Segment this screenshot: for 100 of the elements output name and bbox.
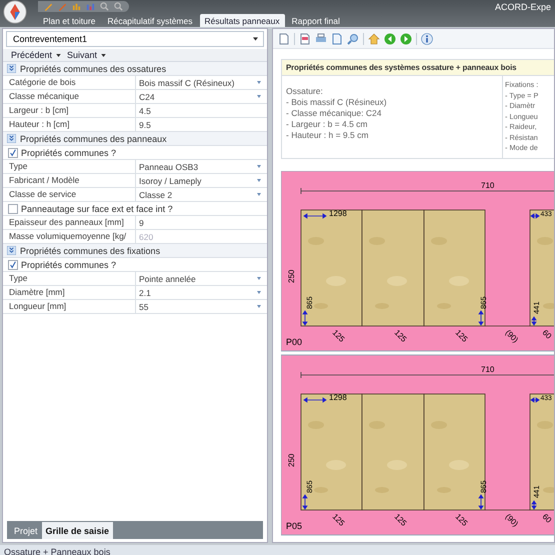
- forward-icon[interactable]: [400, 32, 412, 44]
- property-value[interactable]: 4.5: [139, 106, 261, 116]
- section-title: Propriétés communes des panneaux: [20, 134, 167, 144]
- home-icon[interactable]: [368, 32, 380, 44]
- print-icon[interactable]: [315, 32, 327, 44]
- section-title: Propriétés communes des ossatures: [20, 64, 166, 74]
- summary-line: Ossature:: [286, 86, 324, 97]
- dropdown-arrow-icon[interactable]: [257, 291, 261, 294]
- info-icon[interactable]: [421, 32, 433, 44]
- document-icon[interactable]: [331, 32, 343, 44]
- panel-tab[interactable]: Grille de saisie: [42, 522, 114, 539]
- property-label: Classe de service: [3, 188, 136, 201]
- ribbon-tab[interactable]: Rapport final: [286, 14, 345, 27]
- property-value[interactable]: Pointe annelée: [139, 274, 257, 284]
- span-label: 125: [330, 512, 346, 528]
- dropdown-arrow-icon[interactable]: [257, 305, 261, 308]
- zoom-icon[interactable]: [114, 2, 123, 11]
- dimension-label: 250: [287, 453, 296, 466]
- span-label: 125: [392, 512, 408, 528]
- checkbox-label: Propriétés communes ?: [21, 148, 116, 158]
- dimension-arrow: [531, 316, 536, 325]
- checkbox[interactable]: [8, 204, 18, 214]
- dimension-arrow: [304, 212, 326, 218]
- checkbox[interactable]: [8, 148, 18, 158]
- document-icon[interactable]: [278, 32, 290, 44]
- wall-name: P00: [286, 336, 302, 346]
- collapse-icon[interactable]: [7, 246, 16, 255]
- span-label: (90): [504, 512, 520, 528]
- property-value[interactable]: 9.5: [139, 120, 261, 130]
- dropdown-arrow-icon[interactable]: [257, 95, 261, 98]
- property-label: Type: [3, 272, 136, 285]
- span-label: 125: [454, 512, 470, 528]
- property-value[interactable]: 9: [139, 218, 261, 228]
- span-label: (90): [504, 328, 520, 344]
- property-value[interactable]: Bois massif C (Résineux): [139, 78, 257, 88]
- property-label: Hauteur : h [cm]: [3, 118, 136, 131]
- property-label: Fabricant / Modèle: [3, 174, 136, 187]
- caret-icon: [56, 54, 62, 56]
- dimension-label: 250: [287, 269, 296, 282]
- caret-icon: [101, 54, 106, 56]
- property-value[interactable]: C24: [139, 92, 257, 102]
- collapse-icon[interactable]: [7, 64, 16, 73]
- property-label: Masse volumiquemoyenne [kg/: [3, 230, 136, 243]
- property-label: Longueur [mm]: [3, 300, 136, 313]
- dimension-arrow: [530, 212, 540, 218]
- section-title: Propriétés communes des fixations: [20, 246, 160, 256]
- dropdown-arrow-icon[interactable]: [257, 179, 261, 182]
- section-header[interactable]: Propriétés communes des panneaux: [3, 132, 267, 146]
- project-dropdown[interactable]: Contreventement1: [6, 31, 264, 47]
- dimension-arrow: [302, 494, 308, 509]
- status-text: Ossature + Panneaux bois: [3, 547, 110, 555]
- span-label: 60: [540, 512, 554, 524]
- dimension-arrow: [302, 310, 308, 325]
- section-header[interactable]: Propriétés communes des fixations: [3, 244, 267, 258]
- dimension-arrow: [304, 396, 326, 402]
- section-header[interactable]: Propriétés communes des ossatures: [3, 62, 267, 76]
- dropdown-arrow-icon[interactable]: [257, 277, 261, 280]
- span-label: 125: [392, 328, 408, 344]
- checkbox-label: Panneautage sur face ext et face int ?: [21, 204, 173, 214]
- zoom-icon[interactable]: [100, 2, 109, 11]
- dimension-label: 710: [481, 180, 494, 190]
- property-value[interactable]: Panneau OSB3: [139, 162, 257, 172]
- property-label: Largeur : b [cm]: [3, 104, 136, 117]
- property-label: Type: [3, 160, 136, 173]
- ribbon-tab[interactable]: Plan et toiture: [38, 14, 100, 27]
- app-logo-icon[interactable]: [3, 0, 27, 24]
- search-icon[interactable]: [347, 32, 359, 44]
- ribbon-tab[interactable]: Résultats panneaux: [200, 14, 285, 27]
- dropdown-arrow-icon[interactable]: [257, 81, 261, 84]
- wall-name: P05: [286, 520, 302, 530]
- nav-button[interactable]: Précédent: [11, 50, 62, 60]
- dropdown-arrow-icon[interactable]: [257, 165, 261, 168]
- property-value[interactable]: Classe 2: [139, 190, 257, 200]
- document-icon[interactable]: [299, 32, 311, 44]
- dimension-label: 1298: [329, 392, 347, 402]
- property-label: Catégorie de bois: [3, 76, 136, 89]
- summary-line: - Classe mécanique: C24: [286, 108, 382, 119]
- dimension-arrow: [478, 310, 484, 325]
- collapse-icon[interactable]: [7, 134, 16, 143]
- property-value[interactable]: 2.1: [139, 288, 257, 298]
- dropdown-arrow-icon: [253, 37, 258, 41]
- dimension-arrow: [478, 494, 484, 509]
- property-label: Diamètre [mm]: [3, 286, 136, 299]
- span-label: 125: [454, 328, 470, 344]
- back-icon[interactable]: [384, 32, 396, 44]
- chart-icon[interactable]: [72, 2, 81, 11]
- panel-tab[interactable]: Projet: [10, 522, 42, 539]
- dropdown-arrow-icon[interactable]: [257, 193, 261, 196]
- property-value[interactable]: Isoroy / Lameply: [139, 176, 257, 186]
- checkbox[interactable]: [8, 260, 18, 270]
- dimension-label: 710: [481, 364, 494, 374]
- property-value[interactable]: 55: [139, 302, 257, 312]
- window-title: ACORD-Expe: [494, 2, 551, 12]
- dimension-arrow: [531, 500, 536, 509]
- ribbon-tab[interactable]: Récapitulatif systèmes: [102, 14, 198, 27]
- nav-button[interactable]: Suivant: [67, 50, 106, 60]
- checkbox-label: Propriétés communes ?: [21, 260, 116, 270]
- span-label: 125: [330, 328, 346, 344]
- dimension-label: 1298: [329, 208, 347, 218]
- dimension-arrow: [530, 396, 540, 402]
